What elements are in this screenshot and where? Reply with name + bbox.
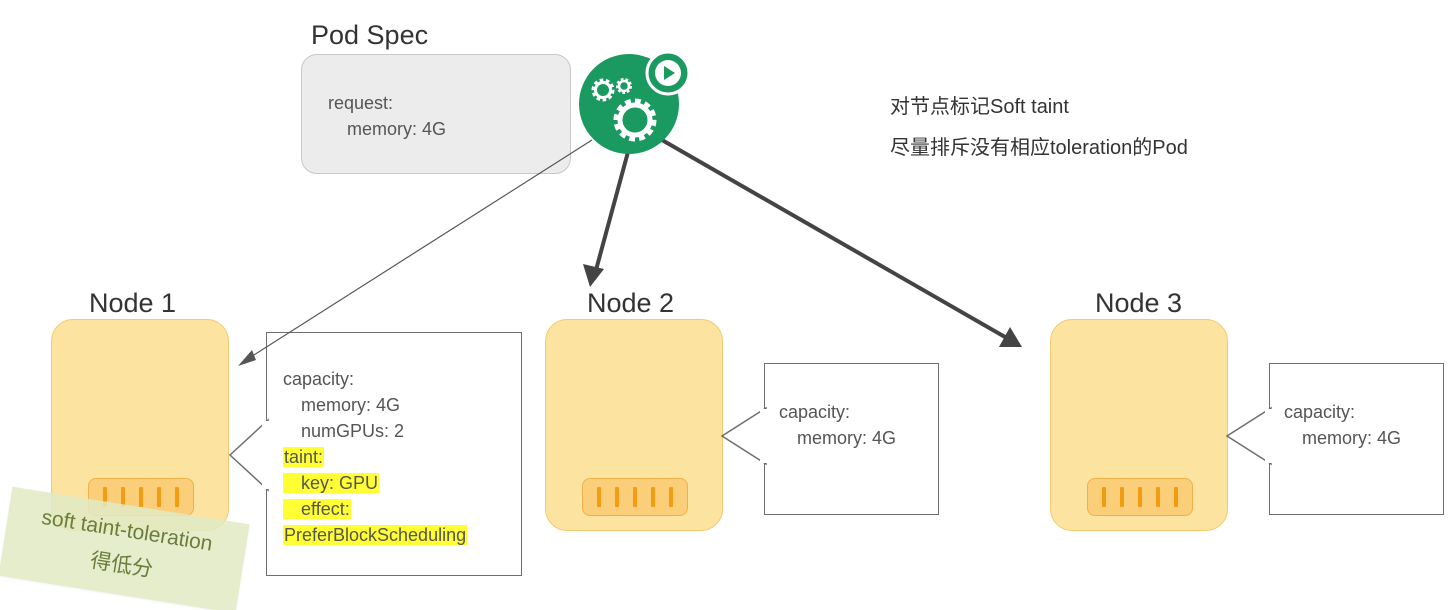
node-1-capacity-box: capacity: memory: 4G numGPUs: 2 taint: k… <box>266 332 522 576</box>
node-1-memory: memory: 4G <box>301 395 401 415</box>
arrow-to-node-2 <box>594 151 630 271</box>
node-1-taint-key-indent <box>283 473 301 493</box>
node-2-capacity-box: capacity: memory: 4G <box>764 363 939 515</box>
node-1-taint-effect-value: PreferBlockScheduling <box>283 525 468 545</box>
node-1-taint-label: taint: <box>283 447 325 467</box>
node-2-title: Node 2 <box>587 288 675 318</box>
node-3-server <box>1050 319 1228 531</box>
node-3-capacity-label: capacity: <box>1284 402 1356 422</box>
pod-spec-request-label: request: <box>328 93 394 113</box>
arrow-to-node-3-head <box>999 327 1022 347</box>
node-2-capacity-label: capacity: <box>779 402 851 422</box>
pod-spec-box: request: memory: 4G <box>301 54 571 174</box>
node-1-taint-key: key: GPU <box>300 473 380 493</box>
pod-spec-memory: memory: 4G <box>347 119 447 139</box>
node-3-chip-icon <box>1087 478 1193 516</box>
note-line-1: 对节点标记Soft taint <box>890 96 1069 118</box>
node-2-memory: memory: 4G <box>797 428 897 448</box>
node-1-taint-effect: effect: <box>300 499 351 519</box>
play-icon <box>645 50 691 96</box>
arrow-to-node-2-head <box>583 264 604 287</box>
node-2-chip-icon <box>582 478 688 516</box>
arrow-to-node-3 <box>661 138 1006 339</box>
node-1-gpus: numGPUs: 2 <box>301 421 405 441</box>
node-3-callout-notch <box>1225 406 1272 466</box>
node-2-server <box>545 319 723 531</box>
node-1-title: Node 1 <box>89 288 177 318</box>
diagram-canvas: Pod Spec request: memory: 4G Node 1 capa… <box>0 0 1454 610</box>
pod-spec-title: Pod Spec <box>311 20 429 50</box>
node-3-memory: memory: 4G <box>1302 428 1402 448</box>
node-1-capacity-label: capacity: <box>283 369 355 389</box>
node-1-taint-effect-indent <box>283 499 301 519</box>
node-2-callout-notch <box>720 406 767 466</box>
node-3-title: Node 3 <box>1095 288 1183 318</box>
node-3-capacity-box: capacity: memory: 4G <box>1269 363 1444 515</box>
scheduler-gears-icon <box>579 54 679 154</box>
arrow-to-node-1-head <box>238 350 256 366</box>
node-1-callout-notch <box>228 418 269 492</box>
note-line-2: 尽量排斥没有相应toleration的Pod <box>890 137 1188 159</box>
